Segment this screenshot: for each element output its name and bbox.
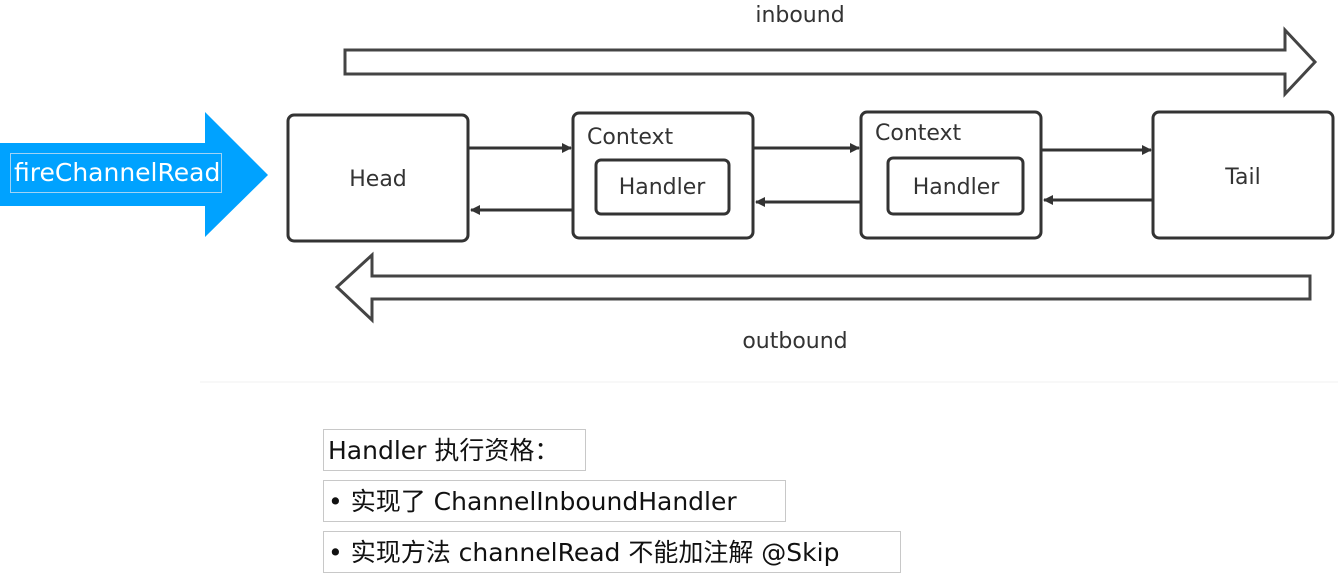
notes-title: Handler 执行资格： [323,429,586,471]
inbound-arrow [343,26,1318,98]
notes-item: • 实现方法 channelRead 不能加注解 @Skip [323,531,901,573]
context-label-1: Context [587,125,674,150]
context-label-2: Context [875,121,962,146]
handler-label-1: Handler [619,175,707,200]
notes-item: • 实现了 ChannelInboundHandler [323,480,786,522]
fire-channel-read-label: fireChannelRead [10,153,222,193]
outbound-label: outbound [742,329,847,354]
outbound-arrow [334,251,1312,324]
handler-label-2: Handler [913,175,1001,200]
head-label: Head [349,167,407,192]
inbound-label: inbound [755,3,844,28]
tail-label: Tail [1224,165,1261,190]
